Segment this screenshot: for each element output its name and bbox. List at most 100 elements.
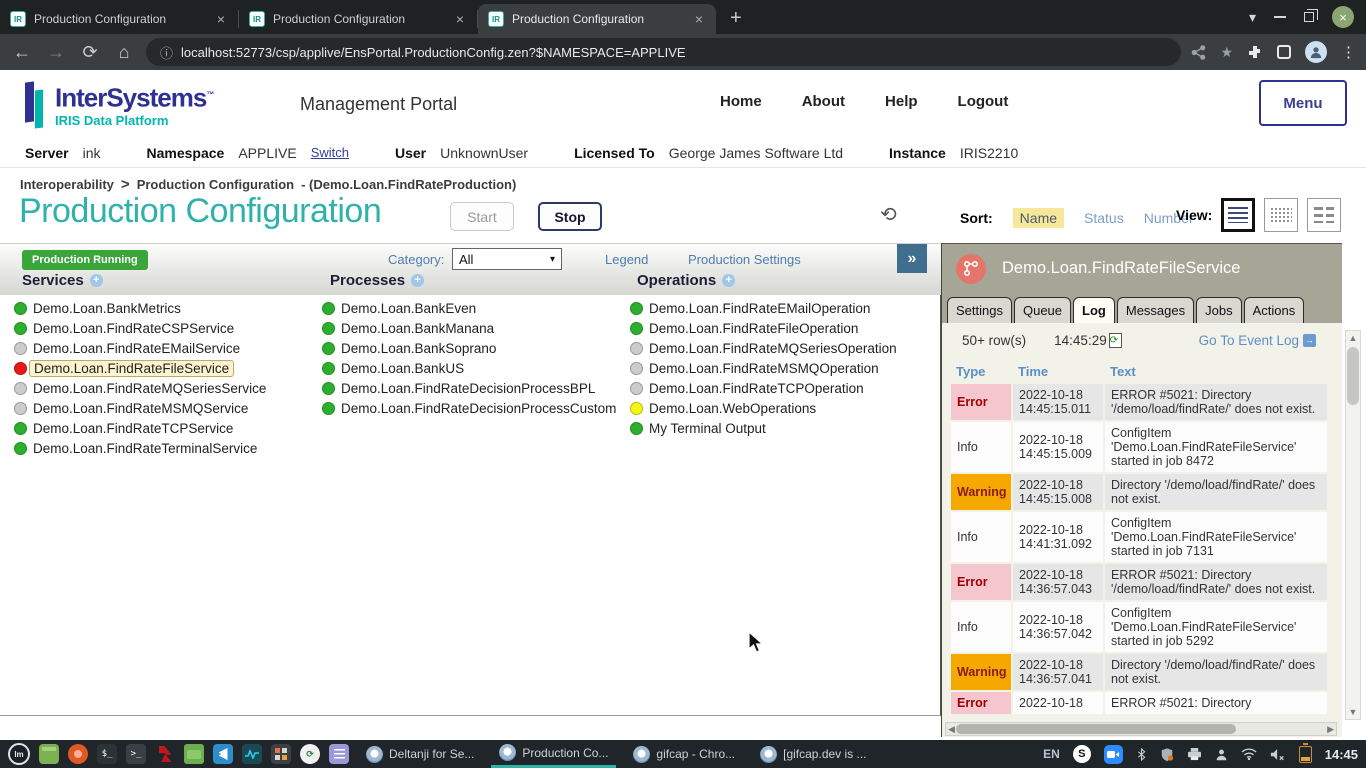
site-info-icon[interactable]: ⓘ: [160, 43, 173, 62]
taskbar-window-production-active[interactable]: Production Co...: [491, 740, 616, 768]
home-icon[interactable]: ⌂: [112, 42, 136, 63]
sort-option-name[interactable]: Name: [1013, 208, 1064, 228]
start-button[interactable]: Start: [450, 202, 514, 231]
switch-namespace-link[interactable]: Switch: [311, 145, 349, 160]
browser-tab-3-active[interactable]: IR Production Configuration ×: [478, 4, 716, 34]
stop-button[interactable]: Stop: [538, 202, 602, 231]
nav-logout-link[interactable]: Logout: [958, 93, 1009, 110]
split-view-icon[interactable]: [1307, 198, 1341, 232]
add-operation-icon[interactable]: +: [722, 274, 735, 287]
service-item-selected[interactable]: Demo.Loan.FindRateFileService: [14, 358, 266, 378]
menu-button[interactable]: Menu: [1259, 80, 1347, 126]
process-item[interactable]: Demo.Loan.BankSoprano: [322, 338, 616, 358]
operation-item[interactable]: Demo.Loan.FindRateTCPOperation: [630, 378, 897, 398]
app-red-icon[interactable]: [155, 744, 175, 764]
taskbar-window-gifcap[interactable]: gifcap - Chro...: [625, 740, 743, 768]
chevron-down-icon[interactable]: ▾: [1249, 9, 1256, 26]
tab-close-icon[interactable]: ×: [453, 11, 467, 27]
scroll-up-icon[interactable]: ▲: [1346, 331, 1360, 345]
file-manager-icon[interactable]: [39, 744, 59, 764]
process-item[interactable]: Demo.Loan.FindRateDecisionProcessCustom: [322, 398, 616, 418]
mint-menu-icon[interactable]: lm: [8, 743, 30, 765]
share-icon[interactable]: [1191, 45, 1206, 60]
browser-menu-icon[interactable]: ⋮: [1341, 43, 1356, 61]
service-item[interactable]: Demo.Loan.FindRateTerminalService: [14, 438, 266, 458]
scrollbar-thumb[interactable]: [1347, 347, 1359, 405]
taskbar-window-deltanji[interactable]: Deltanji for Se...: [358, 740, 482, 768]
grid-view-icon[interactable]: [1264, 198, 1298, 232]
nav-help-link[interactable]: Help: [885, 93, 918, 110]
wifi-icon[interactable]: [1241, 748, 1257, 760]
col-header-text[interactable]: Text: [1105, 361, 1327, 382]
operation-item[interactable]: Demo.Loan.FindRateFileOperation: [630, 318, 897, 338]
operation-item[interactable]: Demo.Loan.FindRateMSMQOperation: [630, 358, 897, 378]
scrollbar-thumb[interactable]: [956, 724, 1236, 734]
browser-tab-2[interactable]: IR Production Configuration ×: [239, 4, 477, 34]
browser-tab-1[interactable]: IR Production Configuration ×: [0, 4, 238, 34]
tab-search-icon[interactable]: [1277, 45, 1291, 59]
service-item[interactable]: Demo.Loan.FindRateCSPService: [14, 318, 266, 338]
bookmark-star-icon[interactable]: ★: [1220, 44, 1233, 61]
tab-queue[interactable]: Queue: [1014, 297, 1071, 323]
tab-actions[interactable]: Actions: [1244, 297, 1305, 323]
panel-vertical-scrollbar[interactable]: ▲ ▼: [1345, 330, 1361, 720]
category-select[interactable]: All ▾: [452, 248, 562, 270]
service-item[interactable]: Demo.Loan.BankMetrics: [14, 298, 266, 318]
panel-horizontal-scrollbar[interactable]: ◀ ▶: [945, 722, 1337, 736]
col-header-type[interactable]: Type: [951, 361, 1011, 382]
add-service-icon[interactable]: +: [90, 274, 103, 287]
zoom-tray-icon[interactable]: [1104, 745, 1123, 764]
maximize-button[interactable]: [1304, 12, 1314, 22]
vscode-icon[interactable]: [213, 744, 233, 764]
process-item[interactable]: Demo.Loan.FindRateDecisionProcessBPL: [322, 378, 616, 398]
calculator-icon[interactable]: [271, 744, 291, 764]
terminal-icon[interactable]: $_: [97, 744, 117, 764]
bluetooth-icon[interactable]: [1136, 747, 1147, 762]
back-icon[interactable]: ←: [10, 42, 34, 63]
keyboard-layout-indicator[interactable]: EN: [1043, 747, 1060, 761]
profile-avatar[interactable]: [1305, 41, 1327, 63]
forward-icon[interactable]: →: [44, 42, 68, 63]
sort-option-status[interactable]: Status: [1084, 210, 1124, 226]
col-header-time[interactable]: Time: [1013, 361, 1103, 382]
operation-item[interactable]: Demo.Loan.WebOperations: [630, 398, 897, 418]
volume-muted-icon[interactable]: [1270, 748, 1286, 761]
nav-about-link[interactable]: About: [802, 93, 845, 110]
tab-settings[interactable]: Settings: [947, 297, 1012, 323]
scroll-down-icon[interactable]: ▼: [1346, 705, 1360, 719]
process-item[interactable]: Demo.Loan.BankManana: [322, 318, 616, 338]
tab-messages[interactable]: Messages: [1117, 297, 1194, 323]
nav-home-link[interactable]: Home: [720, 93, 762, 110]
process-item[interactable]: Demo.Loan.BankUS: [322, 358, 616, 378]
security-shield-icon[interactable]: [1160, 747, 1174, 762]
skype-tray-icon[interactable]: S: [1073, 745, 1091, 763]
folder-icon[interactable]: [184, 744, 204, 764]
operation-item[interactable]: Demo.Loan.FindRateMQSeriesOperation: [630, 338, 897, 358]
go-to-event-log-link[interactable]: Go To Event Log →: [1199, 333, 1316, 348]
tab-log[interactable]: Log: [1073, 297, 1115, 323]
tab-close-icon[interactable]: ×: [214, 11, 228, 27]
list-view-icon[interactable]: [1221, 198, 1255, 232]
url-bar[interactable]: ⓘ localhost:52773/csp/applive/EnsPortal.…: [146, 38, 1181, 66]
process-item[interactable]: Demo.Loan.BankEven: [322, 298, 616, 318]
refresh-spinner-icon[interactable]: ⟲: [880, 202, 897, 227]
notes-icon[interactable]: [329, 744, 349, 764]
timeshift-icon[interactable]: ⟳: [300, 744, 320, 764]
service-item[interactable]: Demo.Loan.FindRateEMailService: [14, 338, 266, 358]
reload-icon[interactable]: ⟳: [78, 42, 102, 63]
printer-icon[interactable]: [1187, 748, 1202, 761]
scroll-left-icon[interactable]: ◀: [948, 723, 955, 735]
expand-panel-button[interactable]: »: [897, 244, 927, 273]
user-tray-icon[interactable]: [1215, 748, 1228, 761]
tab-close-icon[interactable]: ×: [692, 11, 706, 27]
legend-link[interactable]: Legend: [605, 252, 648, 267]
tab-jobs[interactable]: Jobs: [1196, 297, 1241, 323]
terminal-2-icon[interactable]: >_: [126, 744, 146, 764]
add-process-icon[interactable]: +: [411, 274, 424, 287]
taskbar-window-gifcap-dev[interactable]: [gifcap.dev is ...: [752, 740, 874, 768]
window-close-button[interactable]: ×: [1332, 6, 1354, 28]
service-item[interactable]: Demo.Loan.FindRateTCPService: [14, 418, 266, 438]
battery-icon[interactable]: [1299, 746, 1312, 763]
operation-item[interactable]: My Terminal Output: [630, 418, 897, 438]
service-item[interactable]: Demo.Loan.FindRateMSMQService: [14, 398, 266, 418]
